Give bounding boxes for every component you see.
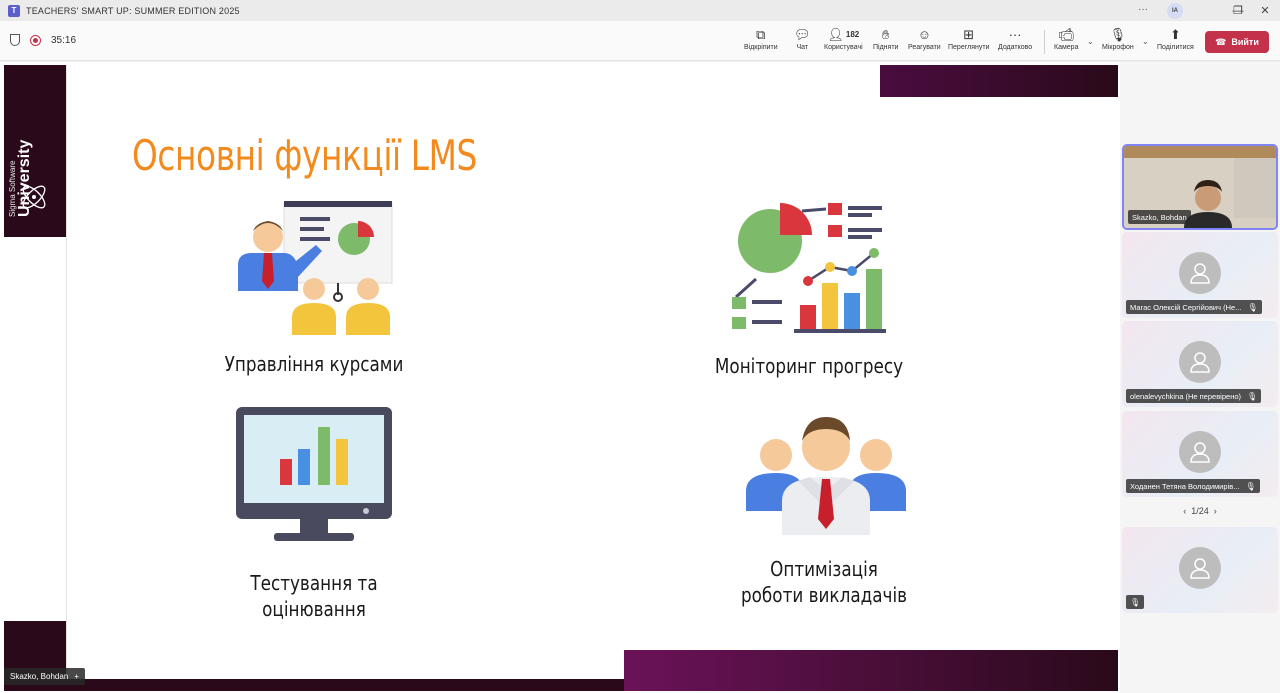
next-page-chevron-icon[interactable]: ›: [1214, 506, 1217, 516]
mic-label: Мікрофон: [1102, 44, 1134, 51]
mic-off-icon: 🎙︎: [1109, 27, 1127, 42]
monitor-chart-icon: [236, 407, 392, 541]
people-count: 182: [845, 30, 860, 39]
slide-title: Основні функції LMS: [132, 131, 477, 180]
function-label-course-management: Управління курсами: [224, 352, 404, 376]
participant-tile[interactable]: Магас Олексій Сергійович (Не... 🎙︎: [1122, 232, 1278, 318]
atom-logo-icon: [22, 185, 46, 209]
self-mic-label: 🎙︎: [1126, 595, 1145, 609]
participant-name-label: olenalevychkina (Не перевірено) 🎙︎: [1126, 389, 1262, 403]
mic-muted-icon: 🎙︎: [1130, 597, 1141, 607]
people-button[interactable]: 👤︎ 182 Користувачі: [824, 27, 863, 51]
top-gradient-bar: [880, 65, 1118, 97]
teacher-presenting-icon: [238, 201, 393, 335]
recording-icon: [30, 34, 41, 46]
raise-hand-button[interactable]: ✋︎ Підняти: [873, 27, 898, 51]
mic-muted-icon: 🎙︎: [1245, 481, 1256, 491]
participant-tile[interactable]: Skazko, Bohdan: [1122, 144, 1278, 230]
share-icon: ⬆: [1169, 27, 1181, 42]
mic-options-chevron-icon[interactable]: ⌄: [1142, 37, 1149, 46]
participant-name-label: Skazko, Bohdan: [1128, 210, 1191, 224]
participant-name: Ходанен Тетяна Володимирів...: [1130, 481, 1240, 491]
brand-banner: Sigma Software University: [4, 65, 66, 237]
hand-icon: ✋︎: [882, 27, 890, 42]
presentation-slide: Sigma Software University Основні функці…: [4, 65, 1118, 691]
shared-content-stage: Sigma Software University Основні функці…: [0, 62, 1120, 693]
default-avatar-icon: [1179, 547, 1221, 589]
team-leader-icon: [746, 417, 906, 535]
title-bar: T TEACHERS' SMART UP: SUMMER EDITION 202…: [0, 0, 1280, 21]
default-avatar-icon: [1179, 252, 1221, 294]
bottom-gradient-bar: [624, 650, 1118, 691]
react-button[interactable]: ☺ Реагувати: [908, 27, 941, 51]
people-icon: 👤︎ 182: [827, 27, 860, 42]
brand-small-text: Sigma Software: [8, 160, 17, 217]
participant-tile[interactable]: olenalevychkina (Не перевірено) 🎙︎: [1122, 321, 1278, 407]
pop-out-label: Відкріпити: [744, 44, 778, 51]
camera-label: Камера: [1054, 44, 1079, 51]
leave-label: Вийти: [1231, 37, 1259, 47]
presenter-name-tag[interactable]: Skazko, Bohdan +: [4, 668, 85, 685]
camera-off-icon: 📹︎: [1057, 27, 1075, 42]
participant-name: Skazko, Bohdan: [1132, 212, 1187, 222]
chat-icon: 💬︎: [794, 27, 811, 42]
smiley-icon: ☺: [917, 27, 931, 42]
teams-app-icon: T: [8, 4, 20, 17]
participants-panel: Skazko, Bohdan Магас Олексій Сергійович …: [1120, 62, 1280, 693]
default-avatar-icon: [1179, 431, 1221, 473]
progress-chart-icon: [732, 203, 886, 333]
more-label: Додатково: [998, 44, 1033, 51]
mic-button[interactable]: 🎙︎ Мікрофон: [1102, 27, 1134, 51]
minimize-button-2[interactable]: [1196, 0, 1226, 21]
pager-text: 1/24: [1191, 506, 1209, 516]
participant-name: Магас Олексій Сергійович (Не...: [1130, 302, 1242, 312]
function-label-testing: Тестування та оцінювання: [250, 571, 378, 621]
participant-name-label: Ходанен Тетяна Володимирів... 🎙︎: [1126, 479, 1260, 493]
grid-view-icon: ⊞: [963, 27, 975, 42]
participant-pager: ‹ 1/24 ›: [1120, 506, 1280, 516]
prev-page-chevron-icon[interactable]: ‹: [1183, 506, 1186, 516]
camera-options-chevron-icon[interactable]: ⌄: [1087, 37, 1094, 46]
participant-name: olenalevychkina (Не перевірено): [1130, 391, 1241, 401]
presenter-name: Skazko, Bohdan: [10, 672, 69, 681]
share-button[interactable]: ⬆ Поділитися: [1157, 27, 1194, 51]
pop-out-icon: ⧉: [756, 27, 766, 42]
raise-hand-label: Підняти: [873, 44, 899, 51]
more-options-icon[interactable]: ···: [1138, 4, 1148, 15]
close-button[interactable]: ✕: [1250, 0, 1280, 21]
people-label: Користувачі: [824, 44, 863, 51]
maximize-button[interactable]: ❐: [1223, 0, 1253, 21]
chat-label: Чат: [796, 44, 809, 51]
share-label: Поділитися: [1157, 44, 1194, 51]
mic-muted-icon: 🎙︎: [1247, 302, 1258, 312]
leave-button[interactable]: ☎ Вийти: [1205, 31, 1269, 53]
view-label: Переглянути: [948, 44, 990, 51]
camera-button[interactable]: 📹︎ Камера: [1054, 27, 1078, 51]
user-avatar[interactable]: IA: [1167, 3, 1183, 19]
shield-icon: [10, 34, 20, 46]
phone-icon: ☎: [1215, 36, 1227, 47]
function-label-teacher-optimization: Оптимізація роботи викладачів: [740, 557, 908, 607]
ellipsis-icon: ···: [1008, 27, 1022, 42]
expand-icon[interactable]: +: [74, 672, 79, 681]
chat-button[interactable]: 💬︎ Чат: [794, 27, 811, 51]
toolbar-divider: [1044, 30, 1045, 54]
view-button[interactable]: ⊞ Переглянути: [948, 27, 989, 51]
mic-muted-icon: 🎙︎: [1247, 391, 1258, 401]
participant-tile[interactable]: Ходанен Тетяна Володимирів... 🎙︎: [1122, 411, 1278, 497]
self-preview-tile[interactable]: 🎙︎: [1122, 527, 1278, 613]
window-title: TEACHERS' SMART UP: SUMMER EDITION 2025: [26, 5, 240, 16]
meeting-toolbar: 35:16 ⧉ Відкріпити 💬︎ Чат 👤︎ 182 Користув…: [0, 21, 1280, 61]
function-label-progress-monitoring: Моніторинг прогресу: [714, 354, 904, 378]
more-button[interactable]: ··· Додатково: [998, 27, 1032, 51]
default-avatar-icon: [1179, 341, 1221, 383]
participant-name-label: Магас Олексій Сергійович (Не... 🎙︎: [1126, 300, 1262, 314]
slide-left-border: [66, 65, 67, 691]
pop-out-button[interactable]: ⧉ Відкріпити: [744, 27, 778, 51]
bottom-strip-bar: [66, 679, 624, 691]
meeting-timer: 35:16: [51, 34, 77, 46]
react-label: Реагувати: [908, 44, 941, 51]
